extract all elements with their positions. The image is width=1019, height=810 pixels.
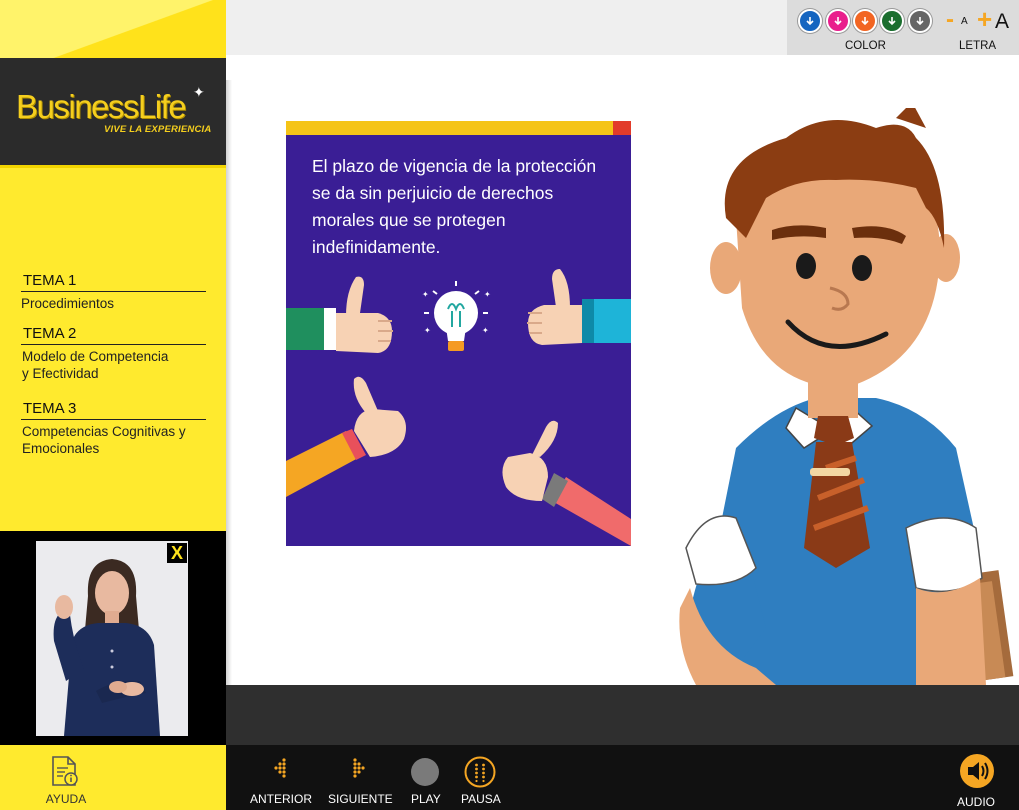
light-bulb-icon: ✦ ✦ ✦ ✦ (422, 281, 491, 351)
minus-icon: - (946, 6, 954, 33)
play-label: PLAY (411, 792, 441, 806)
tema-description: Competencias Cognitivas y Emocionales (22, 424, 186, 456)
color-orange-button[interactable] (853, 9, 877, 33)
brand-tagline: VIVE LA EXPERIENCIA (104, 124, 212, 135)
svg-text:✦: ✦ (482, 326, 489, 335)
tema-description: Procedimientos (21, 296, 115, 311)
arrow-down-icon (916, 17, 924, 26)
arrow-down-icon (861, 17, 869, 26)
font-small-letter: A (961, 16, 968, 27)
arrow-down-icon (834, 17, 842, 26)
color-gray-button[interactable] (908, 9, 932, 33)
sidebar-item-tema-2[interactable]: TEMA 2 Modelo de Competencia y Efectivida… (21, 325, 206, 382)
svg-text:✦: ✦ (484, 290, 491, 299)
close-video-button[interactable]: X (167, 543, 187, 563)
color-magenta-button[interactable] (826, 9, 850, 33)
svg-text:✦: ✦ (422, 290, 429, 299)
tema-title: TEMA 3 (21, 400, 206, 420)
help-document-icon (52, 756, 78, 786)
tema-title: TEMA 1 (21, 272, 206, 292)
speaker-icon (960, 754, 994, 788)
card-top-strip (286, 121, 631, 135)
sidebar-item-tema-1[interactable]: TEMA 1 Procedimientos (21, 272, 206, 312)
color-blue-button[interactable] (798, 9, 822, 33)
plus-icon: + (977, 4, 993, 34)
help-button[interactable]: AYUDA (0, 745, 226, 810)
card-corner-accent (613, 121, 631, 135)
progress-area (226, 685, 1019, 745)
sidebar: BusinessLife ✦ VIVE LA EXPERIENCIA TEMA … (0, 0, 226, 810)
pausa-label: PAUSA (461, 792, 501, 806)
card-text: El plazo de vigencia de la protección se… (312, 156, 597, 257)
businessman-character-illustration (679, 108, 1014, 685)
logo-star-icon: ✦ (193, 84, 205, 100)
tema-title: TEMA 2 (21, 325, 206, 345)
font-big-letter: A (995, 10, 1010, 33)
next-icon (353, 758, 365, 778)
letra-label: LETRA (959, 40, 997, 52)
siguiente-label: SIGUIENTE (328, 792, 393, 806)
sidebar-item-tema-3[interactable]: TEMA 3 Competencias Cognitivas y Emociona… (21, 400, 206, 457)
pause-icon (464, 756, 496, 788)
arrow-down-icon (888, 17, 896, 26)
help-label: AYUDA (45, 792, 87, 806)
sleeve (286, 308, 328, 350)
play-icon (411, 758, 439, 786)
color-label: COLOR (845, 40, 886, 52)
brand-logo: BusinessLife ✦ VIVE LA EXPERIENCIA (0, 58, 226, 168)
sidebar-header-decoration (0, 0, 226, 58)
sign-language-video[interactable] (0, 531, 226, 745)
anterior-label: ANTERIOR (250, 792, 313, 806)
info-card: El plazo de vigencia de la protección se… (286, 121, 631, 546)
audio-label: AUDIO (957, 795, 996, 809)
tema-description: Modelo de Competencia y Efectividad (22, 349, 169, 381)
previous-icon (274, 758, 286, 778)
thumbs-up-illustration: ✦ ✦ ✦ ✦ (286, 269, 631, 546)
color-green-button[interactable] (880, 9, 904, 33)
sign-language-interpreter (36, 541, 188, 736)
arrow-down-icon (806, 17, 814, 26)
svg-text:✦: ✦ (424, 326, 431, 335)
brand-logo-text: BusinessLife (16, 88, 187, 125)
